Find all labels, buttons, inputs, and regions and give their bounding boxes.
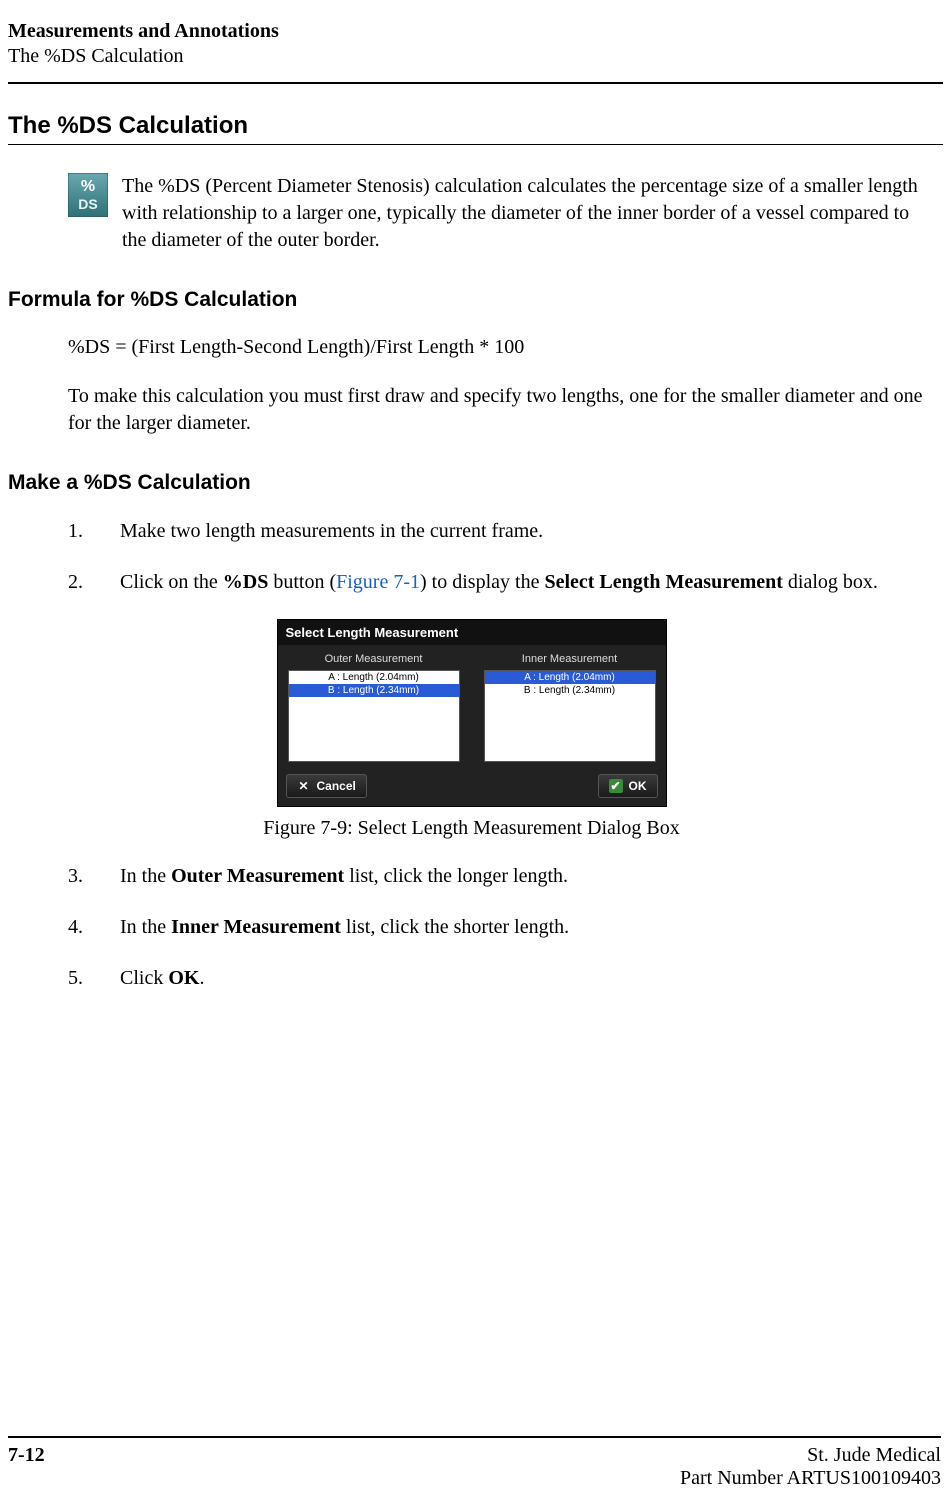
step-number: 2. [68,568,120,597]
list-item[interactable]: A : Length (2.04mm) [485,671,655,684]
cancel-button-label: Cancel [317,779,356,793]
step-bold: %DS [223,571,269,593]
make-subsection-title: Make a %DS Calculation [8,471,943,495]
list-item[interactable]: B : Length (2.34mm) [289,684,459,697]
cancel-button[interactable]: ✕ Cancel [286,774,367,798]
outer-measurement-label: Outer Measurement [288,653,460,665]
list-item[interactable]: B : Length (2.34mm) [485,684,655,697]
inner-measurement-column: Inner Measurement A : Length (2.04mm) B … [484,653,656,762]
percent-ds-icon: % DS [68,173,108,217]
step-text: In the Inner Measurement list, click the… [120,913,935,942]
ok-button[interactable]: ✔ OK [598,774,658,798]
close-icon: ✕ [297,779,311,793]
step-3: 3. In the Outer Measurement list, click … [68,862,935,891]
dialog-body: Outer Measurement A : Length (2.04mm) B … [278,645,666,768]
footer-part-number: Part Number ARTUS100109403 [680,1467,941,1490]
ds-icon-bottom-text: DS [78,196,97,212]
dialog-button-row: ✕ Cancel ✔ OK [278,768,666,806]
formula-note: To make this calculation you must first … [68,383,935,437]
formula-subsection-title: Formula for %DS Calculation [8,288,943,312]
step-1: 1. Make two length measurements in the c… [68,517,935,546]
steps-list-continued: 3. In the Outer Measurement list, click … [68,862,935,993]
inner-measurement-label: Inner Measurement [484,653,656,665]
section-rule [8,144,943,145]
outer-measurement-column: Outer Measurement A : Length (2.04mm) B … [288,653,460,762]
ok-button-label: OK [629,779,647,793]
page-header: Measurements and Annotations The %DS Cal… [0,20,943,76]
header-chapter-title: Measurements and Annotations [8,20,943,43]
page: Measurements and Annotations The %DS Cal… [0,0,945,1508]
list-item[interactable]: A : Length (2.04mm) [289,671,459,684]
step-number: 5. [68,964,120,993]
formula-text: %DS = (First Length-Second Length)/First… [68,334,935,361]
ds-icon-top-text: % [81,178,95,195]
outer-measurement-listbox[interactable]: A : Length (2.04mm) B : Length (2.34mm) [288,670,460,762]
page-footer: 7-12 St. Jude Medical Part Number ARTUS1… [0,1436,945,1490]
step-2: 2. Click on the %DS button (Figure 7-1) … [68,568,935,597]
intro-paragraph: The %DS (Percent Diameter Stenosis) calc… [122,173,935,254]
inner-measurement-listbox[interactable]: A : Length (2.04mm) B : Length (2.34mm) [484,670,656,762]
step-number: 3. [68,862,120,891]
intro-row: % DS The %DS (Percent Diameter Stenosis)… [68,173,935,254]
step-text: In the Outer Measurement list, click the… [120,862,935,891]
step-text: Click on the %DS button (Figure 7-1) to … [120,568,935,597]
step-number: 1. [68,517,120,546]
step-bold: Select Length Measurement [544,571,782,593]
dialog-title: Select Length Measurement [286,625,459,640]
step-text: Click OK. [120,964,935,993]
select-length-measurement-dialog: Select Length Measurement Outer Measurem… [277,619,667,807]
steps-list: 1. Make two length measurements in the c… [68,517,935,597]
footer-right: St. Jude Medical Part Number ARTUS100109… [680,1444,941,1490]
figure-caption: Figure 7-9: Select Length Measurement Di… [0,817,943,840]
step-text: Make two length measurements in the curr… [120,517,935,546]
section-title: The %DS Calculation [8,112,943,140]
header-section-title: The %DS Calculation [8,45,943,68]
step-4: 4. In the Inner Measurement list, click … [68,913,935,942]
step-number: 4. [68,913,120,942]
formula-body: %DS = (First Length-Second Length)/First… [68,334,935,437]
figure-wrap: Select Length Measurement Outer Measurem… [0,619,943,840]
page-number: 7-12 [8,1444,45,1490]
footer-company: St. Jude Medical [680,1444,941,1467]
check-icon: ✔ [609,779,623,793]
footer-rule [8,1436,941,1438]
header-rule [8,82,943,84]
figure-reference[interactable]: Figure 7-1 [336,571,420,593]
step-5: 5. Click OK. [68,964,935,993]
dialog-titlebar: Select Length Measurement [278,620,666,645]
